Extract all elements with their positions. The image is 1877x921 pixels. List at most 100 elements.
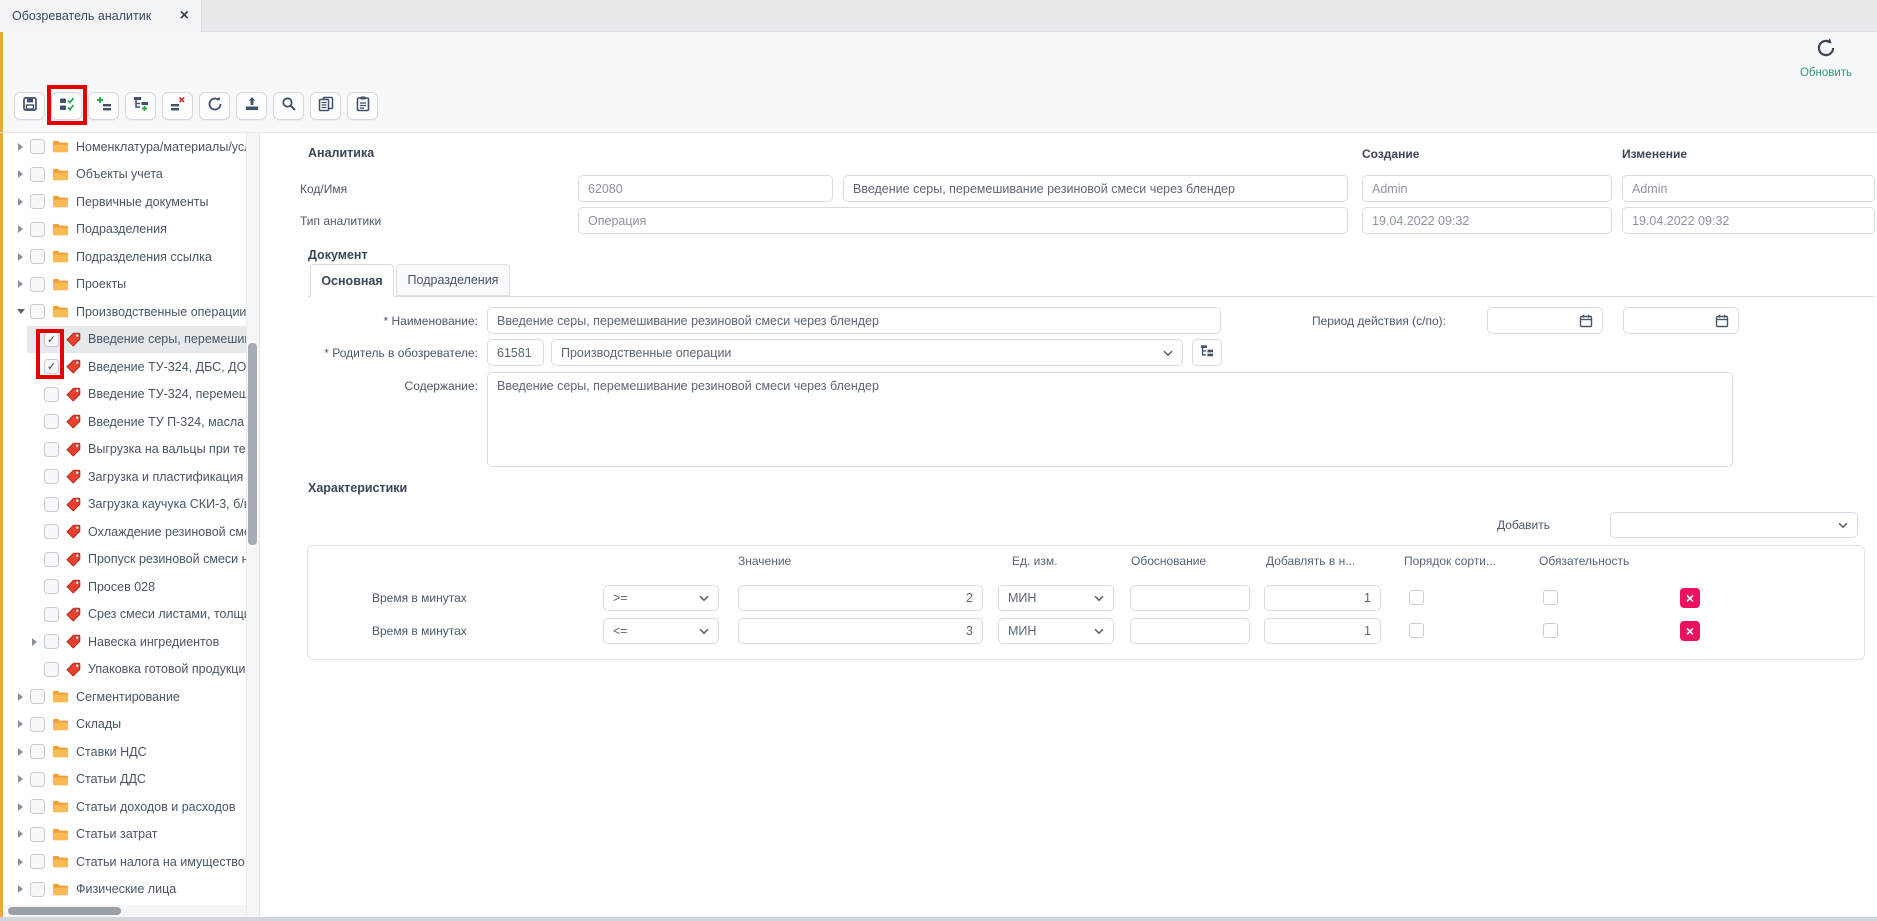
add-in-input[interactable]: 1	[1264, 585, 1381, 611]
tree-item-checkbox[interactable]	[30, 827, 45, 842]
delete-item-button[interactable]	[162, 92, 193, 120]
tree-item[interactable]: Производственные операции	[3, 298, 246, 326]
unit-select[interactable]: МИН	[998, 618, 1114, 644]
name-field[interactable]: Введение серы, перемешивание резиновой с…	[843, 175, 1348, 202]
created-at-field[interactable]: 19.04.2022 09:32	[1362, 207, 1612, 234]
tree-item[interactable]: Навеска ингредиентов	[3, 628, 246, 656]
tree-item-checkbox[interactable]	[44, 469, 59, 484]
tree-item[interactable]: Проекты	[3, 271, 246, 299]
tree-item[interactable]: Склады	[3, 711, 246, 739]
tree-item[interactable]: Пропуск резиновой смеси на вальцах	[3, 546, 246, 574]
content-textarea[interactable]: Введение серы, перемешивание резиновой с…	[487, 372, 1733, 467]
chevron-collapsed-icon[interactable]	[15, 143, 26, 151]
chevron-collapsed-icon[interactable]	[15, 803, 26, 811]
operator-select[interactable]: >=	[603, 585, 719, 611]
doc-name-field[interactable]: Введение серы, перемешивание резиновой с…	[487, 307, 1221, 334]
tree-item[interactable]: Подразделения ссылка	[3, 243, 246, 271]
parent-code-field[interactable]: 61581	[487, 339, 544, 366]
copy-button[interactable]	[310, 92, 341, 120]
save-button[interactable]	[14, 92, 45, 120]
chevron-collapsed-icon[interactable]	[15, 198, 26, 206]
tree-item[interactable]: ✓Введение серы, перемешивание резиновой …	[3, 326, 246, 354]
tree-picker-button[interactable]	[1192, 339, 1222, 366]
tree-item-checkbox[interactable]	[30, 854, 45, 869]
chevron-collapsed-icon[interactable]	[15, 720, 26, 728]
tree-item-checkbox[interactable]	[44, 524, 59, 539]
tree-item-checkbox[interactable]	[44, 634, 59, 649]
tab-analytics-explorer[interactable]: Обозреватель аналитик ×	[0, 0, 202, 32]
tree-item-checkbox[interactable]	[44, 387, 59, 402]
chevron-collapsed-icon[interactable]	[15, 775, 26, 783]
tree-item-checkbox[interactable]	[30, 799, 45, 814]
tree-item-checkbox[interactable]	[44, 497, 59, 512]
add-characteristic-select[interactable]	[1610, 512, 1858, 538]
tree-item-checkbox[interactable]	[30, 744, 45, 759]
tree-item[interactable]: Ставки НДС	[3, 738, 246, 766]
tree-item[interactable]: Объекты учета	[3, 161, 246, 189]
sort-order-checkbox[interactable]	[1409, 623, 1424, 638]
tab-subdivisions[interactable]: Подразделения	[396, 264, 510, 296]
sync-button[interactable]	[199, 92, 230, 120]
tree-item-checkbox[interactable]	[30, 222, 45, 237]
tree-item[interactable]: Срез смеси листами, толщиной	[3, 601, 246, 629]
chevron-collapsed-icon[interactable]	[15, 225, 26, 233]
chevron-collapsed-icon[interactable]	[15, 693, 26, 701]
add-child-button[interactable]	[125, 92, 156, 120]
chevron-collapsed-icon[interactable]	[29, 638, 40, 646]
add-item-button[interactable]	[88, 92, 119, 120]
tree-item[interactable]: Статьи налога на имущество	[3, 848, 246, 876]
tree-item[interactable]: ✓Введение ТУ-324, ДБС, ДОФ, перемешивани…	[3, 353, 246, 381]
period-to-field[interactable]	[1623, 307, 1739, 334]
check-items-button[interactable]	[51, 92, 82, 120]
tree-item-checkbox[interactable]	[30, 167, 45, 182]
tree-item[interactable]: Подразделения	[3, 216, 246, 244]
tree-item-checkbox[interactable]	[30, 249, 45, 264]
tree-item-checkbox[interactable]	[44, 552, 59, 567]
tree-item[interactable]: Загрузка и пластификация каучука	[3, 463, 246, 491]
analytics-type-field[interactable]: Операция	[578, 207, 1348, 234]
paste-button[interactable]	[347, 92, 378, 120]
refresh-button[interactable]: Обновить	[1780, 33, 1872, 81]
sort-order-checkbox[interactable]	[1409, 590, 1424, 605]
chevron-collapsed-icon[interactable]	[15, 170, 26, 178]
tree-item-checkbox[interactable]	[44, 414, 59, 429]
tree-item[interactable]: Упаковка готовой продукции	[3, 656, 246, 684]
tree-item-checkbox[interactable]	[44, 607, 59, 622]
tree-item-checkbox[interactable]	[30, 304, 45, 319]
tree-item[interactable]: Номенклатура/материалы/услуги	[3, 133, 246, 161]
tab-main[interactable]: Основная	[310, 264, 394, 297]
period-from-field[interactable]	[1487, 307, 1603, 334]
chevron-collapsed-icon[interactable]	[15, 830, 26, 838]
tree-item[interactable]: Статьи ДДС	[3, 766, 246, 794]
tree-item-checkbox[interactable]	[30, 689, 45, 704]
chevron-collapsed-icon[interactable]	[15, 280, 26, 288]
delete-row-button[interactable]: ×	[1680, 588, 1700, 608]
import-button[interactable]	[236, 92, 267, 120]
tree-item-checkbox[interactable]	[30, 277, 45, 292]
justification-input[interactable]	[1130, 585, 1250, 611]
operator-select[interactable]: <=	[603, 618, 719, 644]
calendar-icon[interactable]	[1715, 314, 1729, 328]
tree-item[interactable]: Введение ТУ П-324, масла ПН-6б	[3, 408, 246, 436]
tree-item-checkbox[interactable]	[44, 579, 59, 594]
chevron-collapsed-icon[interactable]	[15, 885, 26, 893]
chevron-expanded-icon[interactable]	[15, 309, 26, 314]
tree-item-checkbox[interactable]: ✓	[44, 332, 59, 347]
calendar-icon[interactable]	[1579, 314, 1593, 328]
tree-item-checkbox[interactable]	[30, 772, 45, 787]
tree-item[interactable]: Введение ТУ-324, перемешивание	[3, 381, 246, 409]
tree-item[interactable]: Статьи доходов и расходов	[3, 793, 246, 821]
search-button[interactable]	[273, 92, 304, 120]
tree-item[interactable]: Загрузка каучука СКИ-3, б/ведро	[3, 491, 246, 519]
parent-select[interactable]: Производственные операции	[551, 339, 1183, 366]
tree-vertical-scrollbar-thumb[interactable]	[248, 343, 257, 545]
justification-input[interactable]	[1130, 618, 1250, 644]
tree-item-checkbox[interactable]: ✓	[44, 359, 59, 374]
tree-item-checkbox[interactable]	[44, 662, 59, 677]
modified-at-field[interactable]: 19.04.2022 09:32	[1622, 207, 1875, 234]
add-in-input[interactable]: 1	[1264, 618, 1381, 644]
tree-item-checkbox[interactable]	[30, 139, 45, 154]
delete-row-button[interactable]: ×	[1680, 621, 1700, 641]
tree-item[interactable]: Выгрузка на вальцы при температуре	[3, 436, 246, 464]
tree-item[interactable]: Охлаждение резиновой смеси на	[3, 518, 246, 546]
